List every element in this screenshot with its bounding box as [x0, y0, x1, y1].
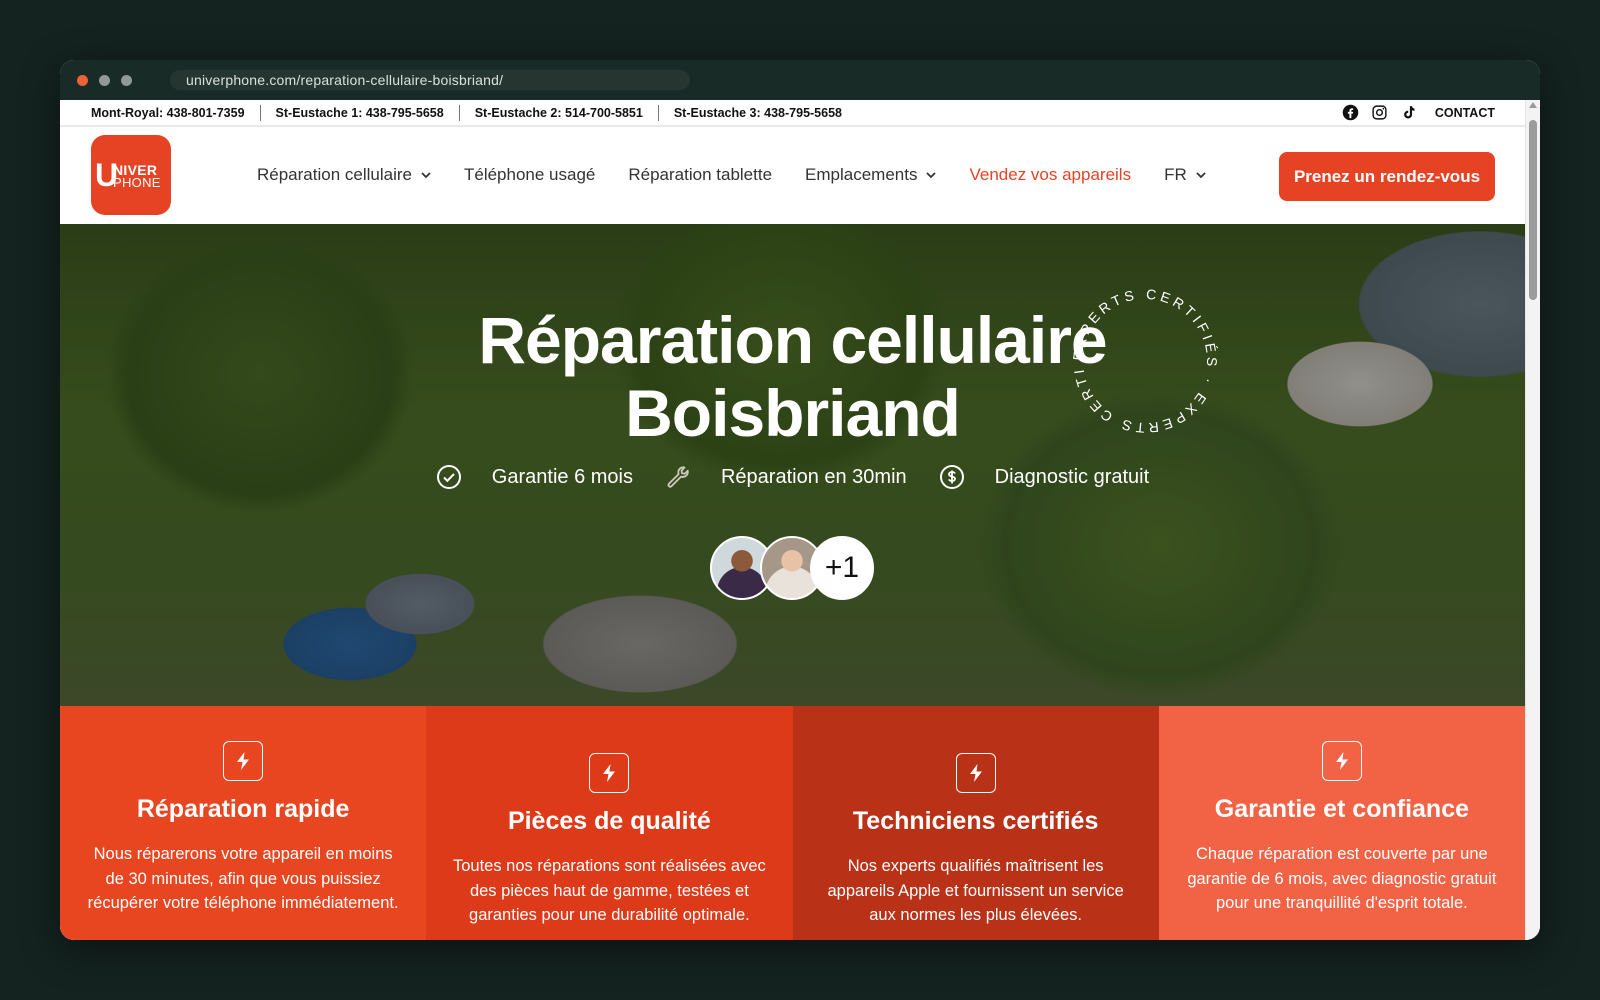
divider — [458, 104, 460, 121]
nav-item-telephone-usage[interactable]: Téléphone usagé — [464, 165, 595, 185]
close-window-dot[interactable] — [77, 74, 88, 86]
facebook-icon[interactable] — [1342, 104, 1359, 121]
top-right-links: CONTACT — [1330, 104, 1525, 121]
svg-text:EXPERTS CERTIFIÉS · EXPERTS CE: EXPERTS CERTIFIÉS · EXPERTS CERTIFIÉS · — [1070, 286, 1220, 436]
page-title: Réparation cellulaire Boisbriand — [478, 303, 1107, 450]
customer-avatars: +1 — [710, 536, 874, 600]
dollar-circle-icon — [939, 465, 964, 489]
feature-diagnostic: Diagnostic gratuit — [939, 464, 1149, 490]
minimize-window-dot[interactable] — [99, 74, 110, 86]
experts-certifies-badge: EXPERTS CERTIFIÉS · EXPERTS CERTIFIÉS · — [1070, 286, 1220, 436]
book-appointment-button[interactable]: Prenez un rendez-vous — [1279, 152, 1495, 201]
browser-chrome: univerphone.com/reparation-cellulaire-bo… — [60, 60, 1540, 100]
tiktok-icon[interactable] — [1400, 104, 1417, 121]
maximize-window-dot[interactable] — [121, 74, 132, 86]
lightning-icon — [589, 753, 630, 793]
phone-mont-royal[interactable]: Mont-Royal: 438-801-7359 — [91, 106, 245, 120]
nav-menu: Réparation cellulaire Téléphone usagé Ré… — [257, 165, 1206, 185]
language-selector[interactable]: FR — [1164, 165, 1206, 185]
card-techniciens-certifies: Techniciens certifiés Nos experts qualif… — [792, 706, 1159, 940]
phone-st-eustache-2[interactable]: St-Eustache 2: 514-700-5851 — [475, 106, 643, 120]
check-circle-icon — [436, 465, 461, 489]
divider — [657, 104, 659, 121]
lightning-icon — [955, 753, 996, 793]
nav-item-reparation-tablette[interactable]: Réparation tablette — [628, 165, 772, 185]
feature-cards: Réparation rapide Nous réparerons votre … — [60, 706, 1525, 940]
lightning-icon — [1321, 741, 1362, 781]
feature-reparation: Réparation en 30min — [665, 464, 907, 490]
page-scrollbar[interactable] — [1525, 100, 1540, 940]
address-bar[interactable]: univerphone.com/reparation-cellulaire-bo… — [170, 70, 690, 90]
page-viewport: Mont-Royal: 438-801-7359 St-Eustache 1: … — [60, 100, 1525, 940]
divider — [259, 104, 261, 121]
lightning-icon — [223, 741, 264, 781]
main-navigation: U NIVER PHONE Réparation cellulaire Télé… — [60, 127, 1525, 222]
phone-st-eustache-1[interactable]: St-Eustache 1: 438-795-5658 — [276, 106, 444, 120]
contact-link[interactable]: CONTACT — [1435, 106, 1495, 120]
phone-st-eustache-3[interactable]: St-Eustache 3: 438-795-5658 — [674, 106, 842, 120]
scroll-up-arrow-icon[interactable] — [1529, 102, 1537, 108]
wrench-icon — [667, 466, 689, 488]
scrollbar-thumb[interactable] — [1529, 120, 1537, 300]
chevron-down-icon — [421, 171, 431, 178]
hero-features: Garantie 6 mois Réparation en 30min Diag… — [60, 464, 1525, 490]
univerphone-logo[interactable]: U NIVER PHONE — [91, 134, 171, 215]
card-reparation-rapide: Réparation rapide Nous réparerons votre … — [60, 706, 427, 940]
card-garantie-et-confiance: Garantie et confiance Chaque réparation … — [1158, 706, 1525, 940]
nav-item-reparation-cellulaire[interactable]: Réparation cellulaire — [257, 165, 431, 185]
nav-item-vendez-vos-appareils[interactable]: Vendez vos appareils — [969, 165, 1131, 185]
top-info-bar: Mont-Royal: 438-801-7359 St-Eustache 1: … — [60, 100, 1525, 127]
avatar-more-count: +1 — [810, 536, 874, 600]
nav-item-emplacements[interactable]: Emplacements — [805, 165, 937, 185]
instagram-icon[interactable] — [1371, 104, 1388, 121]
feature-garantie: Garantie 6 mois — [436, 464, 633, 490]
browser-window: univerphone.com/reparation-cellulaire-bo… — [60, 60, 1540, 940]
card-pieces-de-qualite: Pièces de qualité Toutes nos réparations… — [426, 706, 793, 940]
chevron-down-icon — [926, 171, 937, 178]
chevron-down-icon — [1196, 171, 1206, 178]
hero-section: Réparation cellulaire Boisbriand EXPERTS… — [60, 224, 1525, 706]
